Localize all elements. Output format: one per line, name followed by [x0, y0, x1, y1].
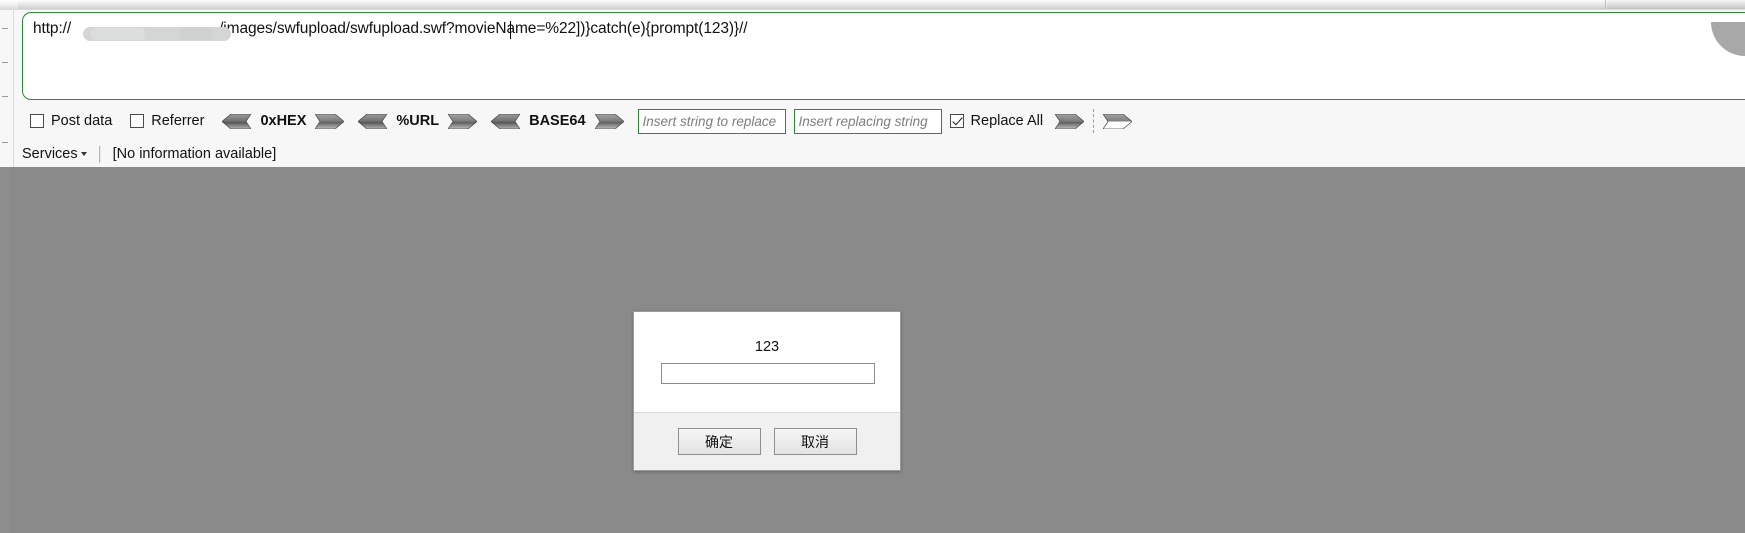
url-field-wrapper: http:// /images/swfupload/swfupload.swf?m… [22, 12, 1745, 100]
arrow-right-icon[interactable] [448, 113, 478, 129]
encoding-toolbar: Post data Referrer 0xHEX %URL BASE64 Ins… [30, 108, 1133, 134]
dialog-footer: 确定 取消 [634, 412, 900, 470]
services-menu-button[interactable]: Services [22, 146, 87, 162]
codec-label-base64: BASE64 [529, 113, 586, 129]
checkbox-label-post-data: Post data [51, 113, 113, 129]
window-chrome-strip [0, 0, 1745, 10]
codec-label-url: %URL [396, 113, 440, 129]
checkbox-label-replace-all: Replace All [970, 113, 1044, 129]
prompt-dialog: 123 确定 取消 [633, 311, 901, 471]
gutter-tick [2, 96, 8, 97]
left-gutter [0, 10, 14, 170]
text-cursor [510, 21, 511, 39]
replace-string-input[interactable] [793, 108, 942, 134]
checkbox-replace-all[interactable]: Replace All [949, 113, 1044, 129]
codec-label-hex: 0xHEX [260, 113, 307, 129]
status-info-text: [No information available] [112, 146, 277, 162]
codec-group-hex: 0xHEX [222, 113, 345, 129]
app-root: http:// /images/swfupload/swfupload.swf?m… [0, 0, 1745, 533]
toolbar-divider [1093, 109, 1095, 133]
search-string-input[interactable] [637, 108, 786, 134]
redaction-overlay [83, 27, 231, 41]
services-label: Services [22, 146, 78, 162]
arrow-left-icon[interactable] [491, 113, 521, 129]
gutter-tick [2, 28, 8, 29]
status-bar: Services [No information available] [22, 141, 276, 167]
checkbox-box-referrer[interactable] [130, 114, 145, 128]
dialog-cancel-button[interactable]: 取消 [773, 428, 857, 455]
caret-down-icon [80, 152, 87, 156]
arrow-right-outline-icon[interactable] [1103, 113, 1133, 129]
url-path-query: /images/swfupload/swfupload.swf?movieNam… [219, 20, 748, 37]
codec-group-base64: BASE64 [491, 113, 624, 129]
chrome-tab-primary[interactable] [18, 0, 1606, 9]
arrow-left-icon[interactable] [358, 113, 388, 129]
dialog-text-input[interactable] [661, 363, 875, 384]
dialog-confirm-button[interactable]: 确定 [677, 428, 761, 455]
arrow-right-icon[interactable] [315, 113, 345, 129]
page-left-edge [0, 167, 9, 533]
arrow-left-icon[interactable] [222, 113, 252, 129]
chrome-tab-secondary[interactable] [1607, 0, 1745, 9]
request-editor-panel: http:// /images/swfupload/swfupload.swf?m… [14, 10, 1745, 170]
codec-group-url: %URL [358, 113, 478, 129]
page-content-area: 123 确定 取消 [0, 167, 1745, 533]
checkbox-box-replace-all[interactable] [949, 114, 964, 128]
url-textarea[interactable]: http:// /images/swfupload/swfupload.swf?m… [22, 12, 1745, 100]
dialog-message: 123 [754, 339, 780, 355]
checkbox-box-post-data[interactable] [30, 114, 44, 128]
checkbox-label-referrer: Referrer [151, 113, 205, 129]
gutter-tick [2, 62, 8, 63]
url-scheme: http:// [33, 20, 72, 37]
checkbox-post-data[interactable]: Post data [30, 113, 112, 129]
checkbox-referrer[interactable]: Referrer [130, 113, 204, 129]
arrow-right-icon[interactable] [1055, 113, 1085, 129]
gutter-tick [2, 142, 8, 143]
arrow-right-icon[interactable] [594, 113, 624, 129]
status-separator [98, 145, 101, 163]
